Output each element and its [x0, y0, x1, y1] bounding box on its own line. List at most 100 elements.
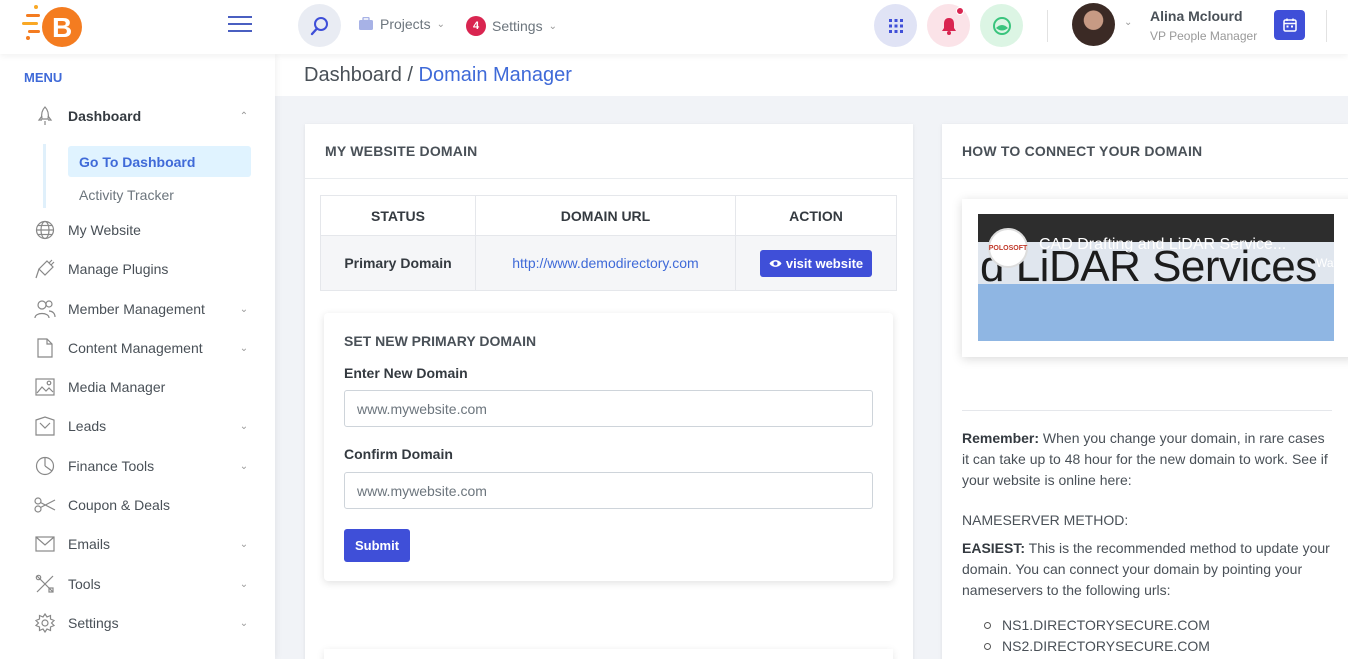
calendar-button[interactable] — [1274, 10, 1305, 40]
sidebar-item-manage-plugins[interactable]: Manage Plugins — [34, 254, 250, 284]
sidebar-item-label: Settings — [68, 615, 119, 631]
settings-menu[interactable]: 4 Settings ⌄ — [466, 16, 557, 36]
sidebar-item-member-management[interactable]: Member Management ⌄ — [34, 294, 250, 324]
mail-icon — [34, 533, 56, 555]
settings-label: Settings — [492, 18, 543, 34]
chevron-down-icon: ⌄ — [239, 538, 249, 550]
table-header-row: STATUS DOMAIN URL ACTION — [320, 195, 897, 236]
menu-toggle-button[interactable] — [228, 16, 252, 32]
visit-website-label: visit website — [785, 255, 864, 271]
video-title[interactable]: CAD Drafting and LiDAR Service... — [1039, 236, 1286, 254]
channel-logo[interactable]: POLOSOFT — [988, 228, 1028, 268]
rocket-icon — [34, 105, 56, 127]
header-divider — [1326, 10, 1327, 42]
sidebar-item-label: Media Manager — [68, 379, 166, 395]
sidebar-item-label: Coupon & Deals — [68, 497, 170, 513]
divider — [962, 410, 1332, 411]
sidebar-item-settings[interactable]: Settings ⌄ — [34, 608, 250, 638]
brand-logo[interactable]: B — [22, 4, 86, 48]
chevron-down-icon: ⌄ — [239, 303, 249, 315]
next-card-edge — [324, 649, 893, 659]
list-item: NS1.DIRECTORYSECURE.COM — [982, 615, 1210, 636]
submenu-line — [43, 144, 46, 208]
video-watch-later[interactable]: Wat — [1316, 256, 1334, 270]
svg-text:B: B — [52, 12, 72, 43]
sidebar-item-dashboard[interactable]: Dashboard ⌃ — [34, 101, 250, 131]
list-item: NS2.DIRECTORYSECURE.COM — [982, 636, 1210, 657]
sidebar-item-media-manager[interactable]: Media Manager — [34, 372, 250, 402]
chevron-up-icon: ⌃ — [239, 110, 249, 122]
domain-url-link[interactable]: http://www.demodirectory.com — [512, 255, 698, 271]
new-domain-input[interactable] — [344, 390, 873, 427]
breadcrumb-current: Domain Manager — [418, 64, 572, 86]
chevron-down-icon: ⌄ — [548, 20, 557, 32]
sidebar-item-content-management[interactable]: Content Management ⌄ — [34, 333, 250, 363]
search-button[interactable] — [298, 4, 341, 47]
easiest-note: EASIEST: This is the recommended method … — [962, 538, 1334, 601]
form-title: SET NEW PRIMARY DOMAIN — [344, 333, 537, 349]
sidebar-item-label: Content Management — [68, 340, 203, 356]
sidebar-item-coupon-deals[interactable]: Coupon & Deals — [34, 490, 250, 520]
eye-icon — [769, 259, 782, 267]
chevron-down-icon: ⌄ — [239, 342, 249, 354]
notifications-button[interactable] — [927, 4, 970, 47]
column-header: ACTION — [735, 195, 897, 236]
column-header: DOMAIN URL — [475, 195, 736, 236]
easiest-label: EASIEST: — [962, 540, 1026, 556]
top-header: B Projects ⌄ 4 Settings ⌄ ⌄ Alina Mclour… — [0, 0, 1348, 54]
sidebar-sub-go-to-dashboard[interactable]: Go To Dashboard — [68, 146, 251, 177]
sidebar-item-label: My Website — [68, 222, 141, 238]
globe-icon — [34, 219, 56, 241]
notification-dot — [956, 7, 964, 15]
card-title: MY WEBSITE DOMAIN — [305, 124, 913, 179]
file-icon — [34, 337, 56, 359]
breadcrumb-root[interactable]: Dashboard — [304, 64, 402, 86]
menu-title: MENU — [24, 70, 63, 85]
confirm-domain-input[interactable] — [344, 472, 873, 509]
set-primary-domain-form: SET NEW PRIMARY DOMAIN Enter New Domain … — [324, 313, 893, 581]
video-player[interactable]: d LiDAR Services Wat POLOSOFT CAD Drafti… — [978, 214, 1334, 341]
chevron-down-icon[interactable]: ⌄ — [1124, 17, 1132, 28]
search-icon — [310, 16, 328, 35]
card-title: HOW TO CONNECT YOUR DOMAIN — [942, 124, 1348, 179]
submit-button[interactable]: Submit — [344, 529, 410, 562]
domain-status: Primary Domain — [320, 235, 476, 291]
method-heading: NAMESERVER METHOD: — [962, 512, 1129, 528]
bell-icon — [941, 17, 956, 35]
sidebar-item-tools[interactable]: Tools ⌄ — [34, 569, 250, 599]
domain-table: STATUS DOMAIN URL ACTION Primary Domain … — [320, 195, 897, 291]
table-row: Primary Domain http://www.demodirectory.… — [320, 235, 897, 291]
sidebar-item-label: Manage Plugins — [68, 261, 169, 277]
domain-action-cell: visit website — [735, 235, 897, 291]
chevron-down-icon: ⌄ — [239, 460, 249, 472]
my-website-domain-card: MY WEBSITE DOMAIN STATUS DOMAIN URL ACTI… — [305, 124, 913, 659]
sidebar-item-finance-tools[interactable]: Finance Tools ⌄ — [34, 451, 250, 481]
user-name: Alina Mclourd — [1150, 8, 1243, 24]
status-button[interactable] — [980, 4, 1023, 47]
globe-icon — [992, 16, 1011, 35]
sidebar-item-emails[interactable]: Emails ⌄ — [34, 529, 250, 559]
avatar[interactable] — [1072, 3, 1115, 46]
chevron-down-icon: ⌄ — [436, 18, 445, 30]
domain-url-cell: http://www.demodirectory.com — [475, 235, 736, 291]
video-embed: d LiDAR Services Wat POLOSOFT CAD Drafti… — [962, 199, 1348, 357]
chevron-down-icon: ⌄ — [239, 578, 249, 590]
scissors-icon — [34, 494, 56, 516]
calendar-icon — [1282, 18, 1297, 32]
chevron-down-icon: ⌄ — [239, 420, 249, 432]
sidebar-item-label: Member Management — [68, 301, 205, 317]
sidebar-item-label: Emails — [68, 536, 111, 552]
sidebar-item-label: Dashboard — [68, 108, 142, 124]
sidebar-item-label: Leads — [68, 418, 107, 434]
image-icon — [34, 376, 56, 398]
sidebar-item-my-website[interactable]: My Website — [34, 215, 250, 245]
visit-website-button[interactable]: visit website — [759, 249, 873, 277]
remember-label: Remember: — [962, 430, 1040, 446]
breadcrumb: Dashboard / Domain Manager — [304, 64, 572, 87]
apps-button[interactable] — [874, 4, 917, 47]
sidebar-sub-activity-tracker[interactable]: Activity Tracker — [68, 179, 251, 210]
confirm-domain-label: Confirm Domain — [344, 446, 453, 462]
sidebar-item-leads[interactable]: Leads ⌄ — [34, 411, 250, 441]
briefcase-icon — [359, 17, 373, 30]
projects-menu[interactable]: Projects ⌄ — [358, 16, 445, 32]
